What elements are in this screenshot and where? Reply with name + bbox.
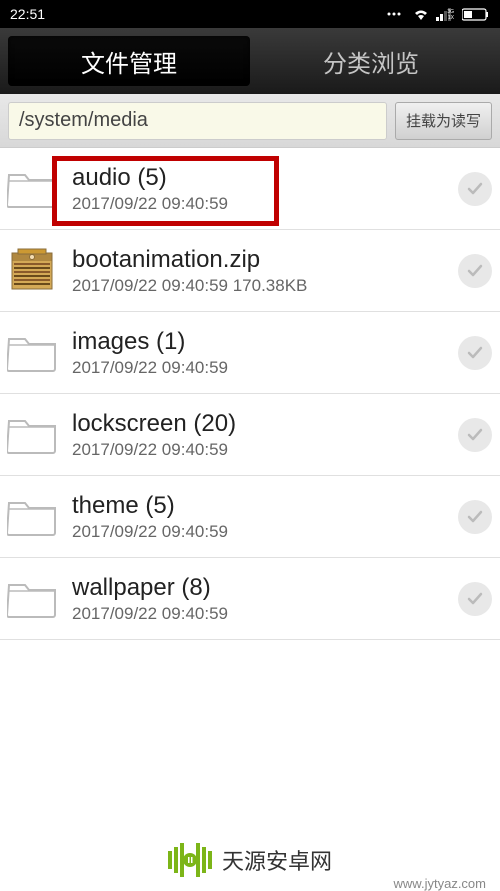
folder-icon: [4, 489, 60, 545]
file-name: wallpaper (8): [72, 574, 458, 602]
folder-icon: [4, 325, 60, 381]
file-meta: 2017/09/22 09:40:59: [72, 604, 458, 624]
folder-icon: [4, 161, 60, 217]
logo-icon: [168, 843, 212, 877]
check-icon[interactable]: [458, 336, 492, 370]
file-list: audio (5)2017/09/22 09:40:59bootanimatio…: [0, 148, 500, 640]
folder-icon: [4, 407, 60, 463]
file-name: images (1): [72, 328, 458, 356]
file-row[interactable]: theme (5)2017/09/22 09:40:59: [0, 476, 500, 558]
path-input[interactable]: [8, 102, 387, 140]
path-bar: 挂载为读写: [0, 94, 500, 148]
file-row[interactable]: lockscreen (20)2017/09/22 09:40:59: [0, 394, 500, 476]
check-icon[interactable]: [458, 172, 492, 206]
mount-rw-button[interactable]: 挂载为读写: [395, 102, 492, 140]
check-icon[interactable]: [458, 254, 492, 288]
file-meta: 2017/09/22 09:40:59: [72, 358, 458, 378]
file-info: lockscreen (20)2017/09/22 09:40:59: [72, 410, 458, 460]
file-info: theme (5)2017/09/22 09:40:59: [72, 492, 458, 542]
svg-text:1X: 1X: [448, 15, 455, 21]
tab-category-browse[interactable]: 分类浏览: [250, 36, 492, 86]
file-name: bootanimation.zip: [72, 246, 458, 274]
file-info: audio (5)2017/09/22 09:40:59: [72, 164, 458, 214]
check-icon[interactable]: [458, 582, 492, 616]
folder-icon: [4, 571, 60, 627]
battery-icon: [462, 8, 490, 21]
watermark-text: 天源安卓网: [222, 844, 332, 876]
wifi-icon: [412, 7, 430, 21]
signal-icon: 3G 1X: [436, 7, 456, 21]
file-info: bootanimation.zip2017/09/22 09:40:59 170…: [72, 246, 458, 296]
tab-bar: 文件管理 分类浏览: [0, 28, 500, 94]
check-icon[interactable]: [458, 418, 492, 452]
file-info: wallpaper (8)2017/09/22 09:40:59: [72, 574, 458, 624]
file-meta: 2017/09/22 09:40:59: [72, 522, 458, 542]
file-row[interactable]: audio (5)2017/09/22 09:40:59: [0, 148, 500, 230]
file-meta: 2017/09/22 09:40:59: [72, 440, 458, 460]
file-name: lockscreen (20): [72, 410, 458, 438]
file-meta: 2017/09/22 09:40:59: [72, 194, 458, 214]
status-bar: 22:51 3G 1X: [0, 0, 500, 28]
file-name: audio (5): [72, 164, 458, 192]
watermark: 天源安卓网: [0, 843, 500, 877]
tab-file-manager[interactable]: 文件管理: [8, 36, 250, 86]
file-row[interactable]: wallpaper (8)2017/09/22 09:40:59: [0, 558, 500, 640]
file-meta: 2017/09/22 09:40:59 170.38KB: [72, 276, 458, 296]
file-name: theme (5): [72, 492, 458, 520]
status-time: 22:51: [10, 6, 45, 22]
file-row[interactable]: bootanimation.zip2017/09/22 09:40:59 170…: [0, 230, 500, 312]
file-info: images (1)2017/09/22 09:40:59: [72, 328, 458, 378]
archive-icon: [4, 243, 60, 299]
file-row[interactable]: images (1)2017/09/22 09:40:59: [0, 312, 500, 394]
status-icons: 3G 1X: [386, 7, 490, 21]
check-icon[interactable]: [458, 500, 492, 534]
dots-icon: [386, 9, 406, 19]
